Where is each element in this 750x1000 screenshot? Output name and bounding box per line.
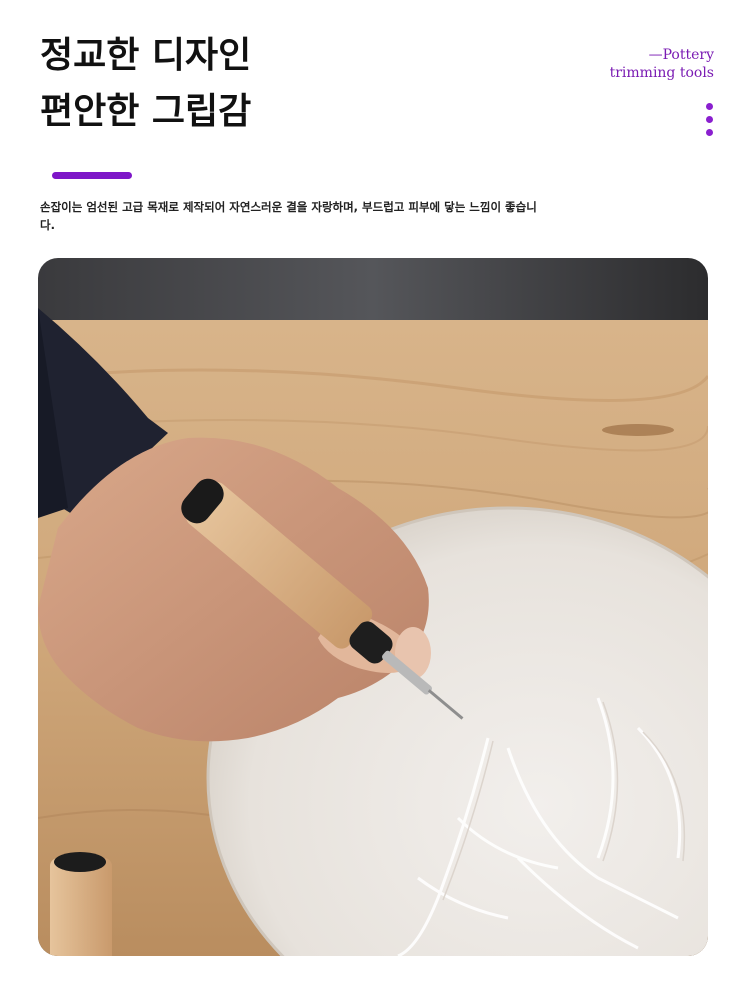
side-label-line-2: trimming tools (609, 65, 714, 81)
more-dots-icon (706, 103, 713, 136)
side-label-line-1: —Pottery (648, 47, 714, 63)
headline: 정교한 디자인 편안한 그립감 (40, 28, 251, 140)
headline-line-1: 정교한 디자인 (40, 35, 252, 76)
side-label: —Pottery trimming tools (610, 46, 714, 82)
accent-bar (52, 172, 132, 179)
description-text: 손잡이는 엄선된 고급 목재로 제작되어 자연스러운 결을 자랑하며, 부드럽고… (40, 200, 537, 232)
headline-line-2: 편안한 그립감 (40, 91, 252, 132)
product-photo (38, 258, 708, 956)
